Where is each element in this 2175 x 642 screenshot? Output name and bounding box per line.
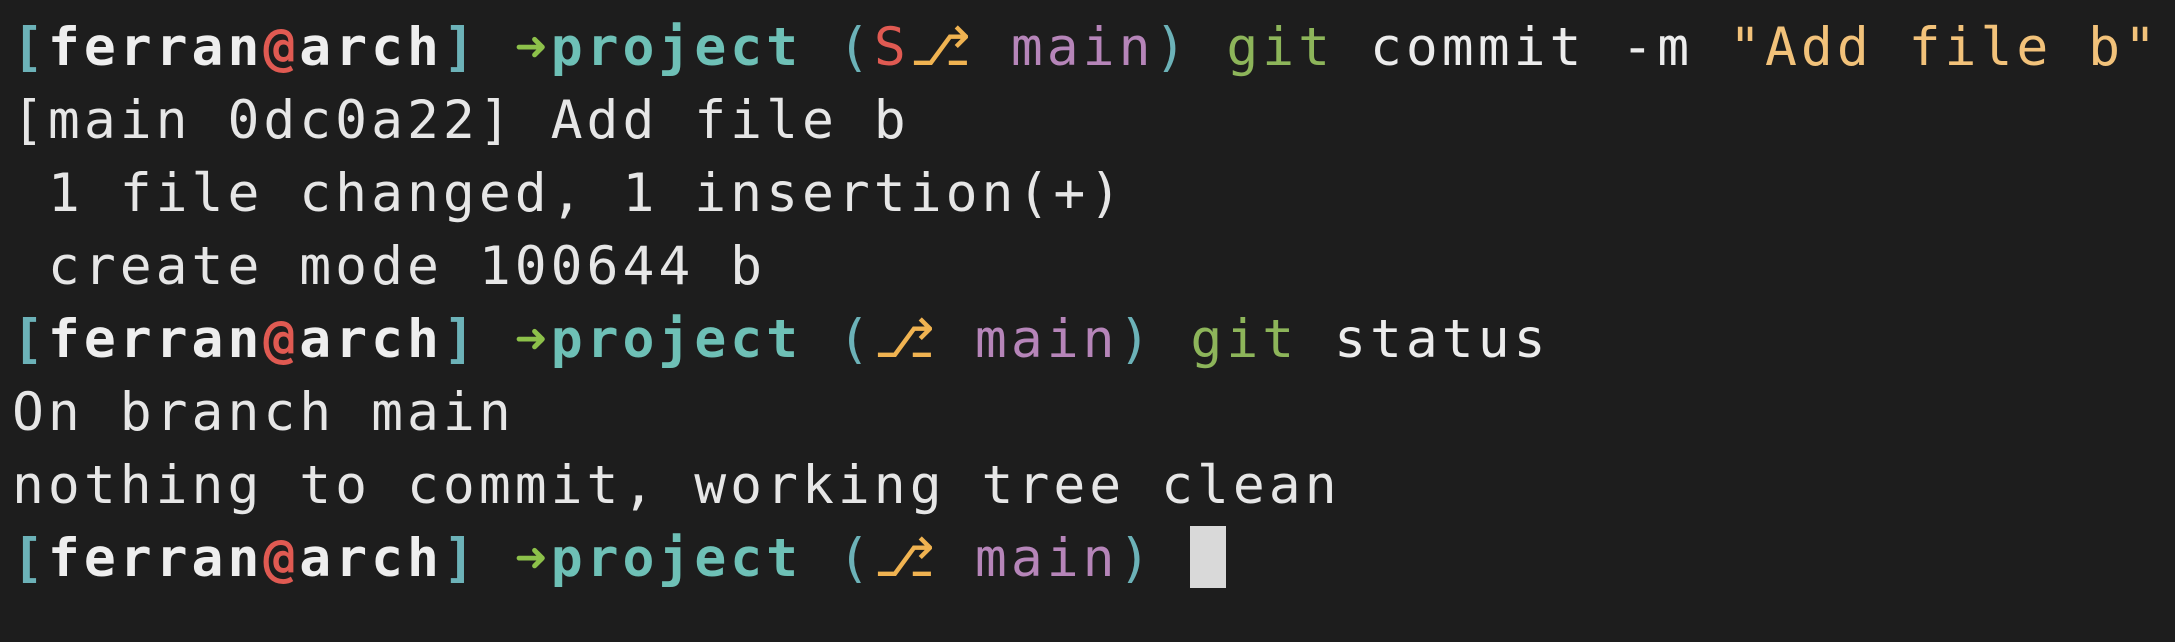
prompt-close-bracket: ] xyxy=(442,17,479,78)
prompt-dir: project xyxy=(550,528,803,589)
prompt-close-bracket: ] xyxy=(442,309,479,370)
prompt-host: arch xyxy=(299,309,443,370)
output-line-branch: On branch main xyxy=(12,382,515,443)
prompt-paren-close: ) xyxy=(1154,17,1191,78)
prompt-user: ferran xyxy=(47,528,264,589)
prompt-paren-open: ( xyxy=(838,528,874,589)
prompt-paren-close: ) xyxy=(1118,309,1155,370)
command-git: git xyxy=(1226,17,1335,78)
staged-indicator: S xyxy=(873,17,910,78)
terminal-line-prompt-3[interactable]: [ferran@arch] ➜project (⎇ main) xyxy=(12,522,2175,595)
output-line-commit: [main 0dc0a22] Add file b xyxy=(12,90,910,151)
terminal-window[interactable]: [ferran@arch] ➜project (S⎇ main) git com… xyxy=(0,0,2175,642)
command-string: "Add file b" xyxy=(1729,17,2160,78)
prompt-dir: project xyxy=(550,309,803,370)
prompt-open-bracket: [ xyxy=(12,17,48,78)
prompt-open-bracket: [ xyxy=(12,309,48,370)
prompt-dir: project xyxy=(550,17,803,78)
prompt-close-bracket: ] xyxy=(442,528,479,589)
prompt-paren-open: ( xyxy=(838,309,874,370)
prompt-open-bracket: [ xyxy=(12,528,48,589)
output-line-changes: 1 file changed, 1 insertion(+) xyxy=(12,163,1126,224)
prompt-branch: main xyxy=(1010,17,1155,78)
git-branch-icon: ⎇ xyxy=(873,528,939,589)
terminal-cursor[interactable] xyxy=(1190,526,1227,588)
prompt-at: @ xyxy=(263,528,300,589)
prompt-arrow-icon: ➜ xyxy=(514,17,551,78)
prompt-user: ferran xyxy=(47,17,264,78)
command-git: git xyxy=(1190,309,1299,370)
output-line-create-mode: create mode 100644 b xyxy=(12,236,767,297)
terminal-line-prompt-2: [ferran@arch] ➜project (⎇ main) git stat… xyxy=(12,303,2175,376)
git-branch-icon: ⎇ xyxy=(909,17,975,78)
command-args: commit -m xyxy=(1369,17,1694,78)
prompt-branch: main xyxy=(974,309,1119,370)
prompt-host: arch xyxy=(299,17,443,78)
prompt-paren-open: ( xyxy=(838,17,874,78)
prompt-branch: main xyxy=(974,528,1119,589)
prompt-arrow-icon: ➜ xyxy=(514,309,551,370)
git-branch-icon: ⎇ xyxy=(873,309,939,370)
terminal-line-prompt-1: [ferran@arch] ➜project (S⎇ main) git com… xyxy=(12,11,2175,84)
prompt-at: @ xyxy=(263,17,300,78)
output-line-clean: nothing to commit, working tree clean xyxy=(12,455,1341,516)
prompt-at: @ xyxy=(263,309,300,370)
prompt-paren-close: ) xyxy=(1118,528,1155,589)
prompt-user: ferran xyxy=(47,309,264,370)
prompt-host: arch xyxy=(299,528,443,589)
command-args: status xyxy=(1334,309,1550,370)
prompt-arrow-icon: ➜ xyxy=(514,528,551,589)
